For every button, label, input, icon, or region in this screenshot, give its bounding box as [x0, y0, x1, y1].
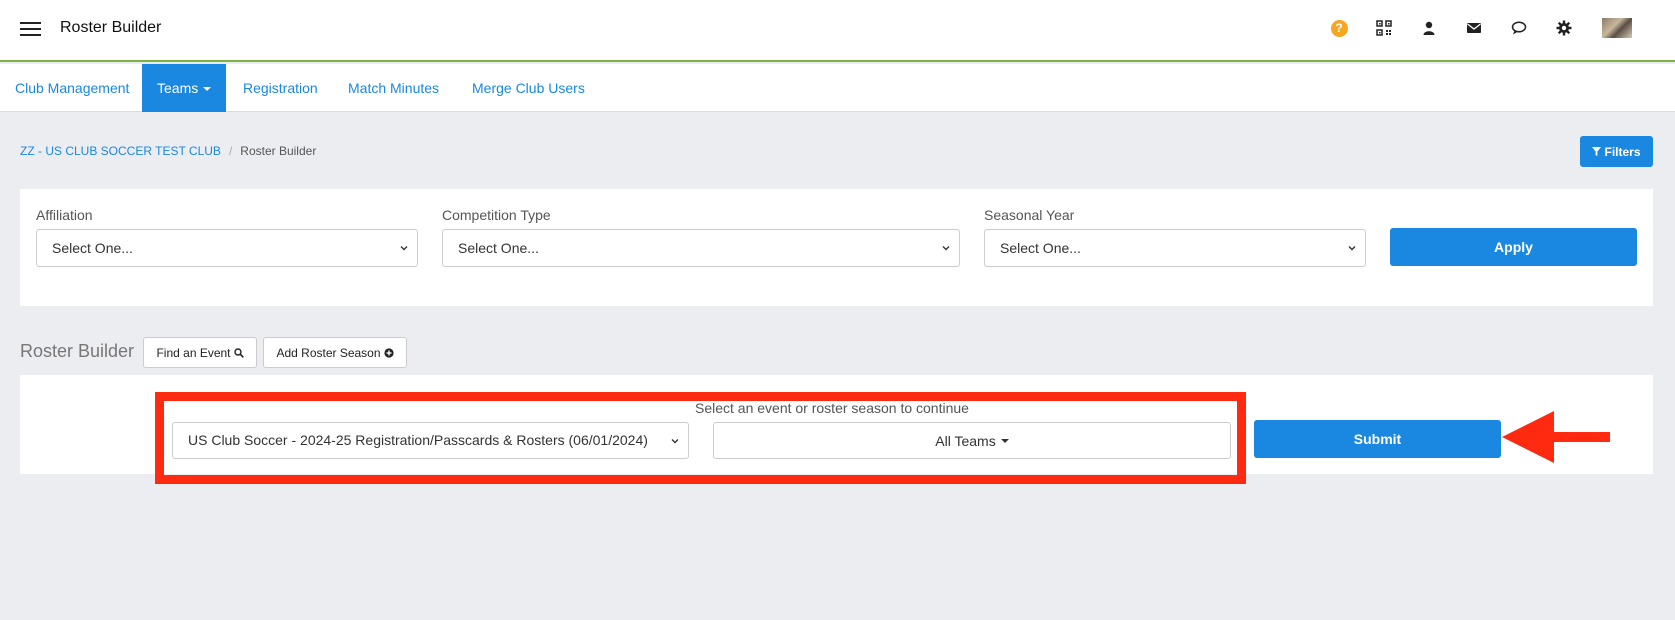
mail-icon[interactable] [1465, 19, 1483, 37]
breadcrumb-current: Roster Builder [240, 144, 317, 158]
breadcrumb-separator: / [228, 144, 233, 158]
affiliation-label: Affiliation [36, 207, 93, 223]
filters-label: Filters [1604, 144, 1641, 159]
filter-panel: Affiliation Select One... Competition Ty… [20, 189, 1653, 306]
competition-type-select[interactable]: Select One... [442, 229, 960, 267]
seasonal-year-label: Seasonal Year [984, 207, 1075, 223]
competition-type-label: Competition Type [442, 207, 551, 223]
highlight-box [155, 392, 1246, 484]
competition-type-value: Select One... [458, 240, 539, 256]
top-icons: ? [1330, 18, 1632, 38]
apply-button[interactable]: Apply [1390, 228, 1637, 266]
user-icon[interactable] [1420, 19, 1438, 37]
nav-label: Teams [157, 80, 199, 96]
menu-icon[interactable] [20, 22, 41, 36]
search-icon [233, 347, 244, 358]
submit-button[interactable]: Submit [1254, 420, 1501, 458]
gear-icon[interactable] [1555, 19, 1573, 37]
nav-label: Registration [243, 80, 318, 96]
breadcrumb: ZZ - US CLUB SOCCER TEST CLUB / Roster Bui… [20, 144, 316, 158]
plus-circle-icon [383, 347, 394, 358]
nav-registration[interactable]: Registration [228, 64, 333, 112]
nav-merge-club-users[interactable]: Merge Club Users [457, 64, 600, 112]
find-event-label: Find an Event [156, 345, 231, 360]
chat-icon[interactable] [1510, 19, 1528, 37]
qr-code-icon[interactable] [1375, 19, 1393, 37]
annotation-arrow-icon [1502, 411, 1610, 463]
caret-down-icon [203, 87, 212, 92]
nav-teams[interactable]: Teams [142, 64, 227, 112]
nav-match-minutes[interactable]: Match Minutes [333, 64, 454, 112]
avatar[interactable] [1602, 18, 1632, 38]
affiliation-select[interactable]: Select One... [36, 229, 418, 267]
help-icon[interactable]: ? [1330, 19, 1348, 37]
seasonal-year-value: Select One... [1000, 240, 1081, 256]
chevron-down-icon [942, 246, 950, 251]
add-roster-season-label: Add Roster Season [276, 345, 381, 360]
affiliation-value: Select One... [52, 240, 133, 256]
app-title: Roster Builder [60, 19, 162, 36]
chevron-down-icon [400, 246, 408, 251]
filters-button[interactable]: Filters [1580, 136, 1653, 167]
chevron-down-icon [1348, 246, 1356, 251]
seasonal-year-select[interactable]: Select One... [984, 229, 1366, 267]
find-event-button[interactable]: Find an Event [143, 337, 257, 368]
nav-club-management[interactable]: Club Management [0, 64, 144, 112]
main-nav: Club Management Teams Registration Match… [0, 64, 1675, 112]
top-bar: Roster Builder ? [0, 0, 1675, 62]
roster-builder-heading: Roster Builder [20, 341, 135, 361]
add-roster-season-button[interactable]: Add Roster Season [263, 337, 407, 368]
nav-label: Merge Club Users [472, 80, 585, 96]
filter-icon [1592, 147, 1602, 156]
nav-label: Club Management [15, 80, 130, 96]
nav-label: Match Minutes [348, 80, 440, 96]
help-glyph: ? [1330, 19, 1348, 37]
breadcrumb-club-link[interactable]: ZZ - US CLUB SOCCER TEST CLUB [20, 144, 221, 158]
